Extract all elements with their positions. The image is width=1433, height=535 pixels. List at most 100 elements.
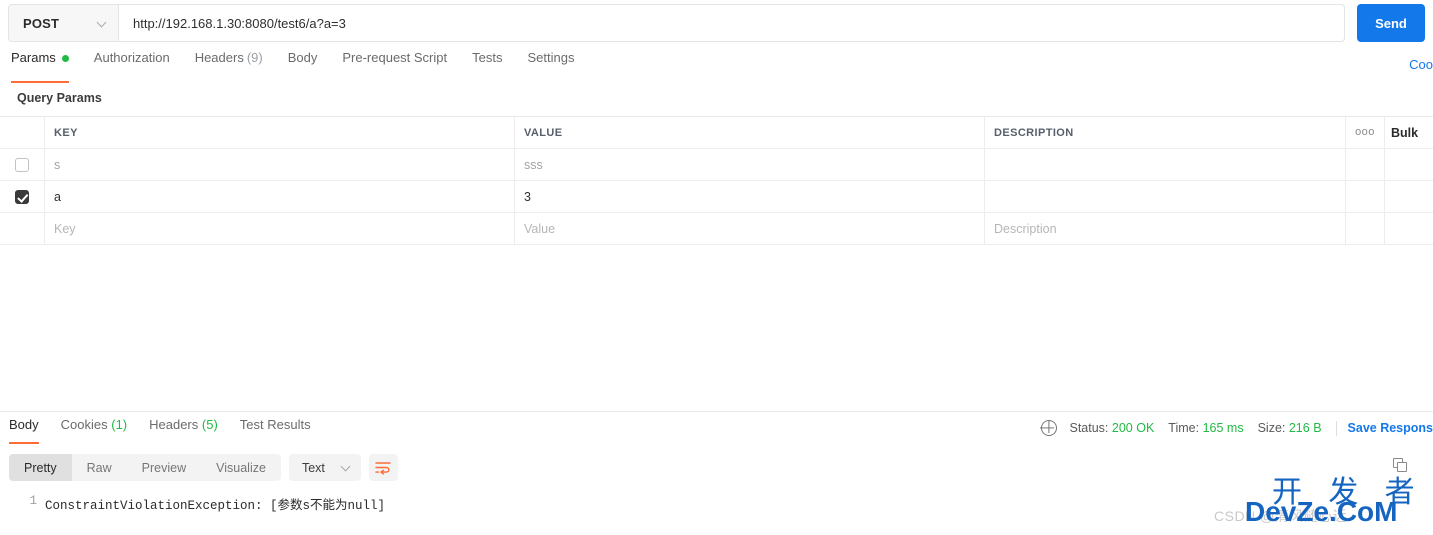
globe-icon <box>1040 420 1057 436</box>
view-mode-visualize[interactable]: Visualize <box>201 454 281 481</box>
row-key-value: a <box>54 189 61 204</box>
response-tab-headers-label: Headers <box>149 417 199 432</box>
request-url-input[interactable] <box>118 4 1345 42</box>
response-separator <box>0 411 1433 412</box>
new-row-description-cell[interactable]: Description <box>985 213 1346 244</box>
response-tab-test-results-label: Test Results <box>239 417 311 432</box>
header-description-cell: DESCRIPTION <box>985 117 1346 148</box>
code-line: ConstraintViolationException: [参数s不能为nul… <box>45 499 386 513</box>
request-tabs: Params Authorization Headers (9) Body Pr… <box>0 48 1433 84</box>
chevron-down-icon <box>341 462 352 473</box>
tab-pre-request-script-label: Pre-request Script <box>342 50 448 65</box>
view-mode-raw[interactable]: Raw <box>72 454 127 481</box>
response-tab-body-label: Body <box>9 417 39 432</box>
wrap-lines-icon <box>375 461 392 475</box>
copy-icon-front <box>1397 462 1407 472</box>
tab-authorization-label: Authorization <box>93 50 170 65</box>
tab-settings-label: Settings <box>527 50 575 65</box>
status-divider <box>1335 420 1337 436</box>
response-tab-cookies[interactable]: Cookies (1) <box>61 417 127 444</box>
row-checkbox-cell <box>0 149 45 180</box>
tab-headers[interactable]: Headers (9) <box>195 48 263 83</box>
query-params-table: KEY VALUE DESCRIPTION ooo Bulk s sss a 3… <box>0 116 1433 245</box>
copy-icon[interactable] <box>1393 458 1408 473</box>
row-description-cell[interactable] <box>985 181 1346 212</box>
row-enable-checkbox[interactable] <box>15 157 29 172</box>
response-tabs: Body Cookies (1) Headers (5) Test Result… <box>9 417 333 444</box>
time-value: 165 ms <box>1202 421 1244 435</box>
http-method-label: POST <box>23 15 60 31</box>
tab-headers-count: (9) <box>246 50 263 65</box>
status-value: 200 OK <box>1111 421 1155 435</box>
tab-body[interactable]: Body <box>288 48 318 83</box>
http-method-select[interactable]: POST <box>8 4 118 42</box>
table-options-button[interactable]: ooo <box>1346 117 1385 148</box>
more-options-icon: ooo <box>1355 126 1375 138</box>
row-value-value: sss <box>524 157 543 172</box>
table-row: s sss <box>0 149 1433 181</box>
response-tab-cookies-label: Cookies <box>60 417 108 432</box>
status-badge: Status: 200 OK <box>1070 421 1155 435</box>
bulk-edit-button[interactable]: Bulk <box>1385 117 1433 148</box>
row-bulk-cell <box>1385 181 1433 212</box>
new-row-key-cell[interactable]: Key <box>45 213 515 244</box>
response-tab-headers[interactable]: Headers (5) <box>149 417 218 444</box>
row-key-cell[interactable]: a <box>45 181 515 212</box>
chevron-down-icon <box>97 18 108 29</box>
header-description-label: DESCRIPTION <box>994 126 1074 139</box>
table-header-row: KEY VALUE DESCRIPTION ooo Bulk <box>0 117 1433 149</box>
tab-body-label: Body <box>287 50 318 65</box>
row-value-cell[interactable]: 3 <box>515 181 985 212</box>
row-options-cell <box>1346 149 1385 180</box>
row-enable-checkbox[interactable] <box>15 189 29 204</box>
table-new-row: Key Value Description <box>0 213 1433 245</box>
row-key-value: s <box>54 157 61 172</box>
header-checkbox-cell <box>0 117 45 148</box>
bulk-edit-label: Bulk <box>1391 125 1419 140</box>
new-row-value-cell[interactable]: Value <box>515 213 985 244</box>
response-body-toolbar: Pretty Raw Preview Visualize Text <box>9 454 398 481</box>
tab-pre-request-script[interactable]: Pre-request Script <box>342 48 447 83</box>
new-row-checkbox-cell <box>0 213 45 244</box>
size-label: Size: <box>1257 421 1286 435</box>
send-button[interactable]: Send <box>1357 4 1425 42</box>
tab-settings[interactable]: Settings <box>527 48 574 83</box>
time-label: Time: <box>1168 421 1200 435</box>
row-description-cell[interactable] <box>985 149 1346 180</box>
request-url-bar: POST Send <box>0 0 1433 46</box>
line-number: 1 <box>29 494 37 508</box>
view-mode-pretty[interactable]: Pretty <box>9 454 72 481</box>
row-value-cell[interactable]: sss <box>515 149 985 180</box>
time-badge: Time: 165 ms <box>1168 421 1243 435</box>
tab-authorization[interactable]: Authorization <box>94 48 170 83</box>
response-format-select[interactable]: Text <box>288 454 361 481</box>
header-key-label: KEY <box>54 126 78 139</box>
save-response-button[interactable]: Save Respons <box>1348 421 1433 435</box>
new-row-key-placeholder: Key <box>54 221 76 236</box>
row-options-cell <box>1346 181 1385 212</box>
new-row-description-placeholder: Description <box>994 221 1057 236</box>
new-row-bulk-cell <box>1385 213 1433 244</box>
tab-tests[interactable]: Tests <box>472 48 502 83</box>
tab-params-label: Params <box>11 50 56 65</box>
row-key-cell[interactable]: s <box>45 149 515 180</box>
tab-params[interactable]: Params <box>11 48 69 83</box>
response-tab-body[interactable]: Body <box>9 417 39 444</box>
tab-tests-label: Tests <box>472 50 503 65</box>
wrap-lines-button[interactable] <box>368 454 398 481</box>
response-tab-test-results[interactable]: Test Results <box>240 417 311 444</box>
view-mode-preview[interactable]: Preview <box>127 454 201 481</box>
response-body-code: 1 ConstraintViolationException: [参数s不能为n… <box>0 494 1433 513</box>
tab-headers-label: Headers <box>194 50 244 65</box>
response-tab-cookies-count: (1) <box>111 417 128 432</box>
status-label: Status: <box>1069 421 1109 435</box>
response-format-label: Text <box>301 460 325 475</box>
new-row-options-cell <box>1346 213 1385 244</box>
cookies-link[interactable]: Coo <box>1409 57 1433 72</box>
row-checkbox-cell <box>0 181 45 212</box>
params-modified-dot-icon <box>61 55 69 62</box>
row-value-value: 3 <box>524 189 531 204</box>
header-key-cell: KEY <box>45 117 515 148</box>
header-value-cell: VALUE <box>515 117 985 148</box>
response-view-mode-group: Pretty Raw Preview Visualize <box>9 454 281 481</box>
